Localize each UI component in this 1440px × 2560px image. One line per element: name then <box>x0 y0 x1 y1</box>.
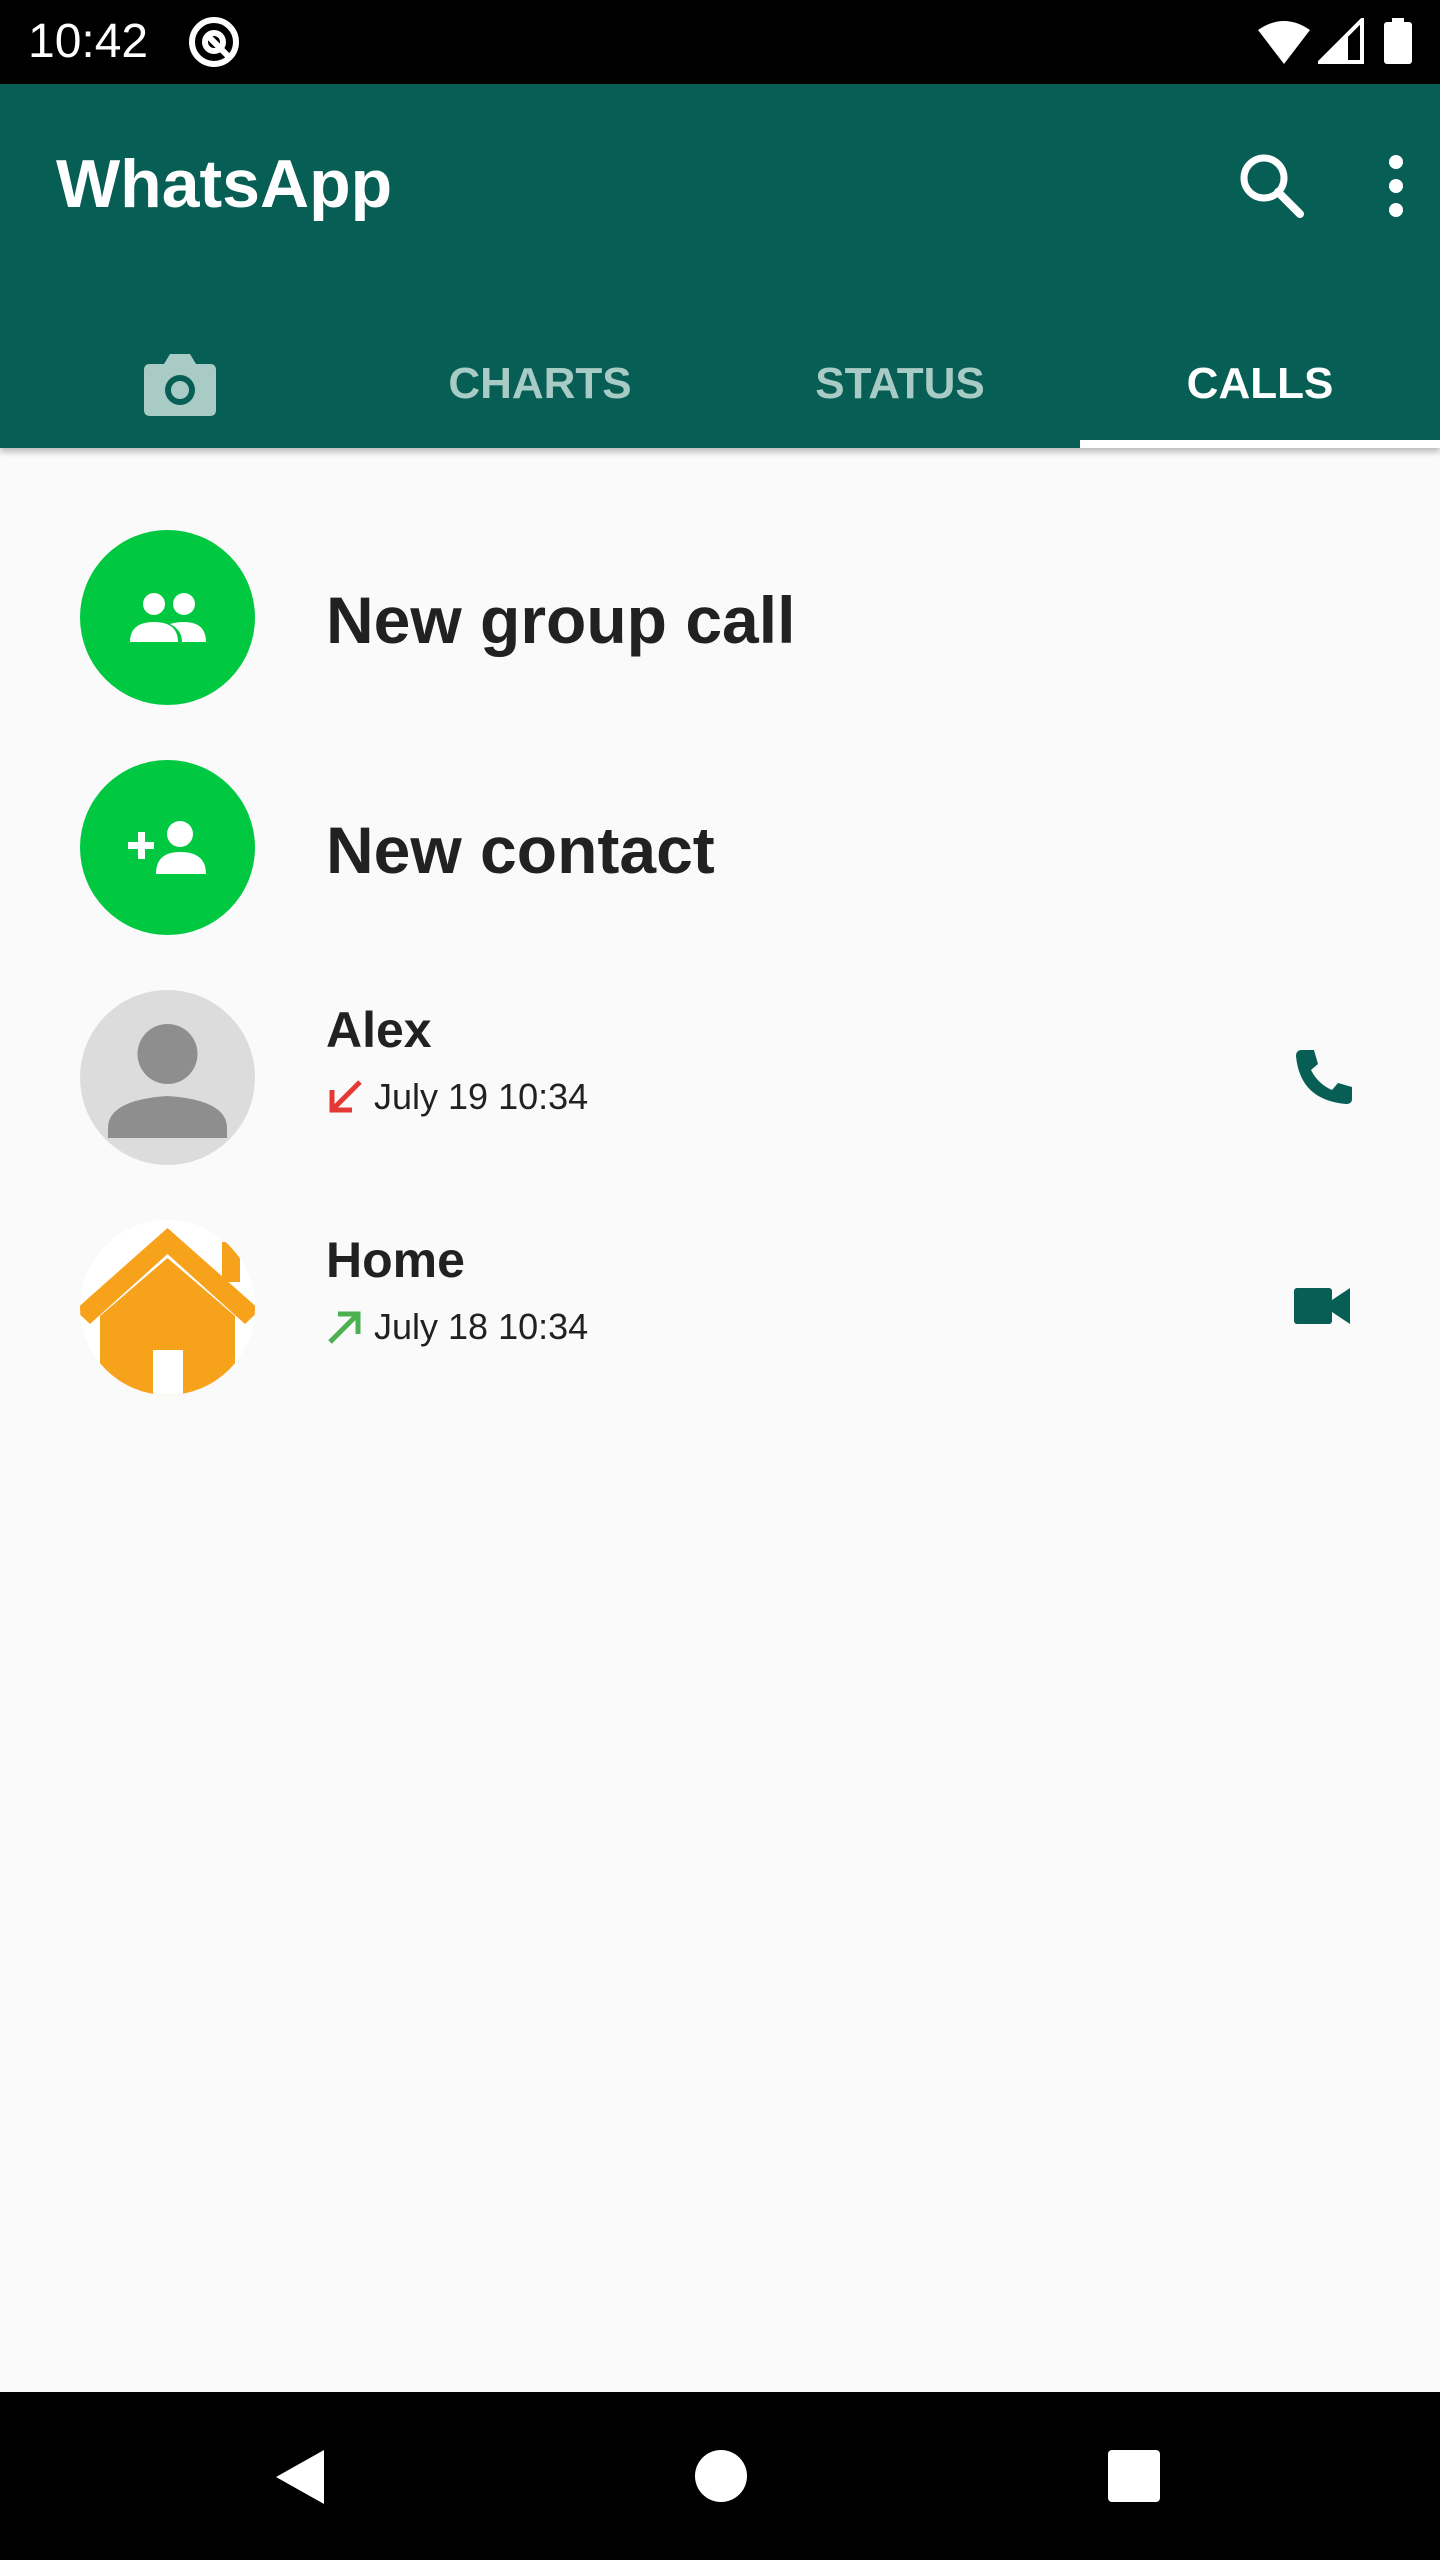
call-timestamp: July 18 10:34 <box>374 1306 589 1347</box>
tab-status[interactable]: STATUS <box>720 354 1080 448</box>
home-icon[interactable] <box>695 2450 747 2502</box>
call-log-item[interactable]: Alex July 19 10:34 <box>0 960 1440 1190</box>
system-navigation-bar <box>0 2392 1440 2560</box>
new-group-call-item[interactable]: New group call <box>0 500 1440 730</box>
tab-bar: CHARTS STATUS CALLS <box>0 354 1440 448</box>
call-details: July 19 10:34 <box>326 1072 588 1122</box>
battery-icon <box>1384 18 1412 64</box>
missed-call-arrow-icon <box>329 1080 362 1113</box>
recents-icon[interactable] <box>1108 2450 1160 2502</box>
tab-calls-label: CALLS <box>1186 359 1334 408</box>
contact-name: Home <box>326 1232 465 1288</box>
signal-icon <box>1318 18 1364 64</box>
house-icon <box>80 1228 255 1395</box>
at-sign-icon <box>189 17 239 67</box>
group-icon <box>129 592 206 642</box>
camera-icon <box>144 354 216 416</box>
wifi-icon <box>1258 21 1310 64</box>
new-group-call-label: New group call <box>326 583 796 657</box>
app-bar: WhatsApp CHARTS STATUS CALLS <box>0 84 1440 448</box>
new-contact-label: New contact <box>326 813 715 887</box>
person-placeholder-icon <box>108 1024 227 1138</box>
status-time: 10:42 <box>28 15 149 68</box>
app-title: WhatsApp <box>56 146 393 222</box>
tab-camera[interactable] <box>0 354 360 448</box>
call-details: July 18 10:34 <box>326 1302 588 1352</box>
add-contact-icon <box>127 820 206 874</box>
video-call-icon[interactable] <box>1290 1276 1356 1336</box>
tab-status-label: STATUS <box>815 359 985 408</box>
status-bar: 10:42 <box>0 0 1440 84</box>
contact-name: Alex <box>326 1002 432 1058</box>
more-vert-icon[interactable] <box>1370 144 1422 228</box>
tab-calls[interactable]: CALLS <box>1080 354 1440 448</box>
avatar <box>80 1220 255 1395</box>
new-contact-avatar <box>80 760 255 935</box>
call-log-item[interactable]: Home July 18 10:34 <box>0 1190 1440 1420</box>
phone-icon[interactable] <box>1290 1046 1356 1106</box>
avatar <box>80 990 255 1165</box>
new-group-call-avatar <box>80 530 255 705</box>
tab-indicator <box>1080 440 1440 448</box>
back-icon[interactable] <box>270 2446 330 2508</box>
new-contact-item[interactable]: New contact <box>0 730 1440 960</box>
tab-charts-label: CHARTS <box>448 359 632 408</box>
tab-charts[interactable]: CHARTS <box>360 354 720 448</box>
outgoing-call-arrow-icon <box>328 1311 361 1344</box>
call-timestamp: July 19 10:34 <box>374 1076 589 1117</box>
search-icon[interactable] <box>1230 144 1314 228</box>
